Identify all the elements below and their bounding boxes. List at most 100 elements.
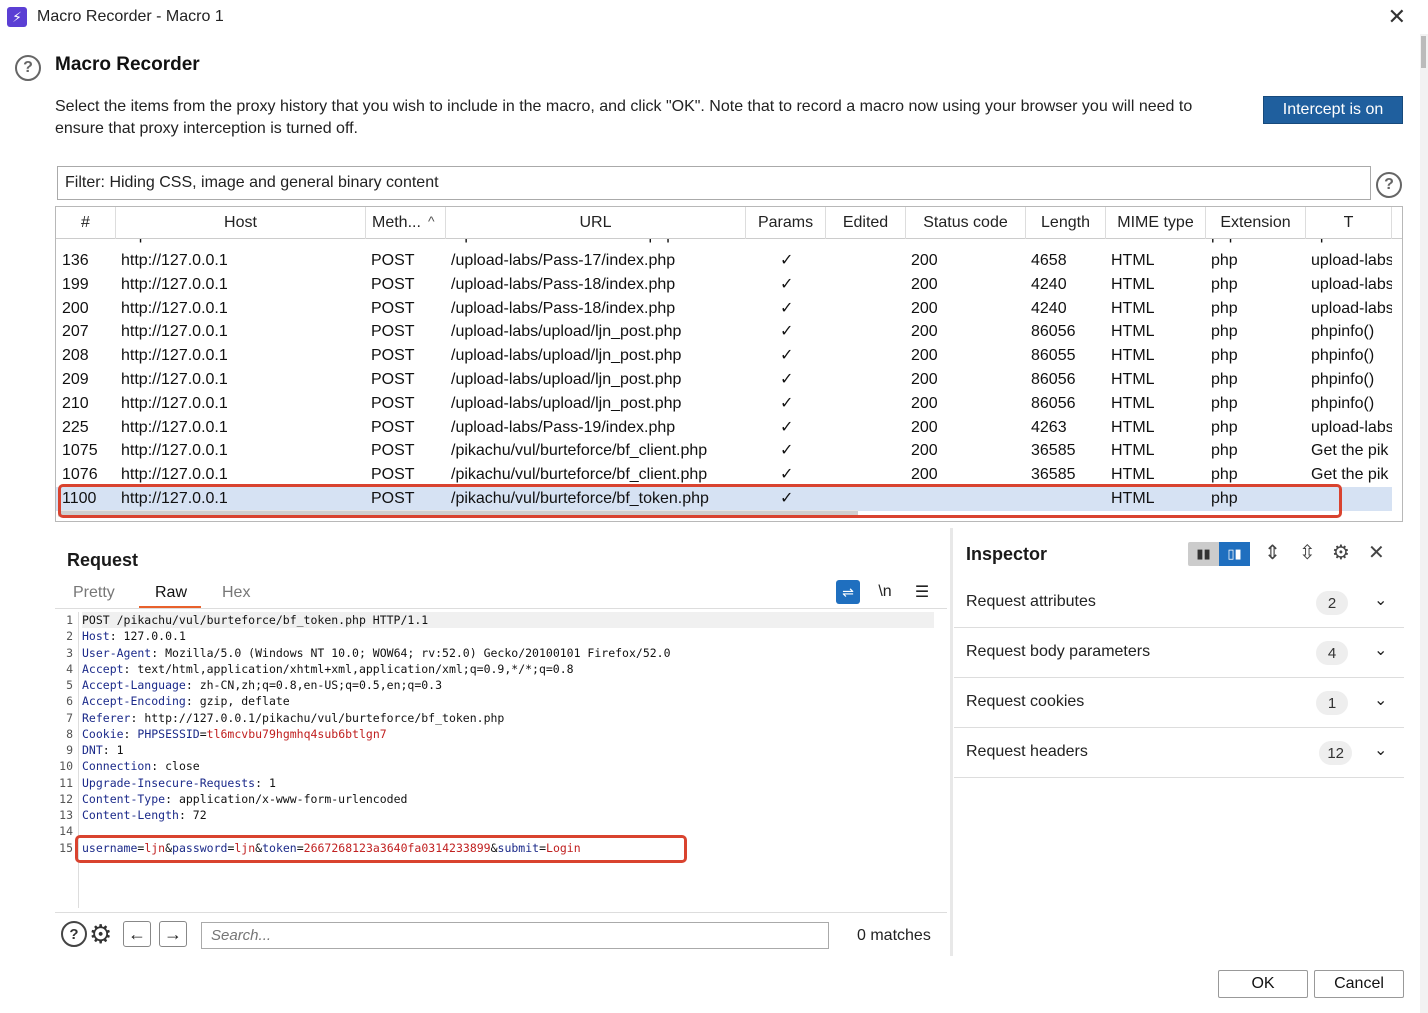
- column-header[interactable]: Host: [116, 207, 366, 239]
- sort-arrow-icon: ^: [428, 213, 435, 229]
- previous-match-button[interactable]: ←: [123, 921, 151, 947]
- table-cell: 200: [62, 299, 89, 317]
- body-separator: &: [490, 840, 498, 855]
- layout-toggle[interactable]: ▮▮ ▯▮: [1188, 542, 1250, 566]
- code-line: Referer: http://127.0.0.1/pikachu/vul/bu…: [82, 710, 504, 726]
- table-row[interactable]: 1100 http://127.0.0.1 POST/pikachu/vul/bur…: [56, 487, 1392, 511]
- chevron-down-icon[interactable]: ⌄: [1374, 590, 1387, 610]
- menu-icon[interactable]: ☰: [910, 580, 934, 604]
- column-header[interactable]: T: [1306, 207, 1392, 239]
- code-line: DNT: 1: [82, 742, 124, 758]
- burp-app-icon: ⚡: [7, 7, 27, 27]
- window-title: Macro Recorder - Macro 1: [37, 8, 224, 25]
- table-cell: [836, 416, 910, 440]
- table-cell: 86056: [1031, 394, 1076, 412]
- horizontal-scrollbar[interactable]: [58, 510, 858, 517]
- column-header[interactable]: Length: [1026, 207, 1106, 239]
- tab-pretty[interactable]: Pretty: [73, 584, 115, 602]
- inspector-section[interactable]: Request body parameters 4 ⌄: [954, 628, 1404, 678]
- table-cell: 199: [62, 275, 89, 293]
- column-header[interactable]: MIME type: [1106, 207, 1206, 239]
- column-header[interactable]: Edited: [826, 207, 906, 239]
- inspector-section[interactable]: Request headers 12 ⌄: [954, 728, 1404, 778]
- table-cell: Get the pik: [1311, 466, 1389, 484]
- table-cell: POST: [371, 239, 445, 247]
- word-wrap-icon[interactable]: ⇌: [836, 580, 860, 604]
- close-icon[interactable]: ✕: [1368, 540, 1385, 565]
- table-row[interactable]: 1075 http://127.0.0.1 POST/pikachu/vul/bur…: [56, 439, 1392, 463]
- column-header[interactable]: #: [56, 207, 116, 239]
- line-number: 3: [66, 645, 73, 660]
- table-cell: HTML: [1111, 371, 1155, 388]
- table-cell: http://127.0.0.1: [121, 466, 228, 484]
- table-row[interactable]: 207 http://127.0.0.1 POST/upload-labs/uplo…: [56, 320, 1392, 344]
- table-cell: POST: [371, 490, 415, 507]
- code-line: Accept: text/html,application/xhtml+xml,…: [82, 661, 574, 677]
- chevron-down-icon[interactable]: ⌄: [1374, 640, 1387, 660]
- chevron-down-icon[interactable]: ⌄: [1374, 690, 1387, 710]
- table-header: # Host Meth... ^ URL Params Edited Status code L…: [56, 207, 1402, 239]
- window-scrollbar-thumb[interactable]: [1421, 36, 1426, 68]
- ok-button[interactable]: OK: [1218, 970, 1308, 998]
- table-cell: 200: [911, 442, 938, 460]
- header-name: Referer: [82, 710, 131, 725]
- layout-side-icon[interactable]: ▮▮: [1188, 542, 1219, 566]
- cancel-button[interactable]: Cancel: [1314, 970, 1404, 998]
- table-cell: /upload-labs/Pass-17/index.php: [451, 252, 676, 269]
- column-header[interactable]: Extension: [1206, 207, 1306, 239]
- panel-splitter[interactable]: [950, 528, 953, 956]
- table-cell: php: [1211, 252, 1238, 269]
- search-input[interactable]: [201, 922, 829, 949]
- table-cell: http://127.0.0.1: [121, 323, 228, 341]
- inspector-section[interactable]: Request cookies 1 ⌄: [954, 678, 1404, 728]
- table-row-partial[interactable]: 132 http://127.0.0.1 POST/upload-labs/Pass…: [56, 239, 1392, 247]
- help-icon[interactable]: ?: [61, 921, 87, 947]
- column-header[interactable]: URL: [446, 207, 746, 239]
- table-row[interactable]: 208 http://127.0.0.1 POST/upload-labs/uplo…: [56, 344, 1392, 368]
- inspector-section[interactable]: Request attributes 2 ⌄: [954, 578, 1404, 628]
- expand-all-icon[interactable]: ⇕: [1264, 540, 1281, 565]
- table-cell: 86055: [1031, 347, 1076, 365]
- table-cell: 136: [62, 252, 89, 269]
- scrollbar-thumb[interactable]: [58, 511, 858, 516]
- window-scrollbar[interactable]: [1420, 34, 1428, 1013]
- chevron-down-icon[interactable]: ⌄: [1374, 740, 1387, 760]
- filter-help-icon[interactable]: ?: [1376, 172, 1402, 198]
- settings-gear-icon[interactable]: ⚙: [89, 919, 112, 950]
- table-row[interactable]: 1076 http://127.0.0.1 POST/pikachu/vul/bur…: [56, 463, 1392, 487]
- settings-gear-icon[interactable]: ⚙: [1332, 540, 1350, 565]
- request-editor[interactable]: 1 2 3 4 5 6 7 8 9 10 11 12 13 14 15 POST /pikachu/vul/…: [55, 612, 947, 908]
- table-cell: http://127.0.0.1: [121, 394, 228, 412]
- layout-panel-icon[interactable]: ▯▮: [1219, 542, 1250, 566]
- cookie-equals: =: [199, 726, 207, 741]
- inspector-panel: Inspector ▮▮ ▯▮ ⇕ ⇳ ⚙ ✕ Request attribut…: [954, 528, 1404, 956]
- table-row[interactable]: 210 http://127.0.0.1 POST/upload-labs/uplo…: [56, 392, 1392, 416]
- column-header[interactable]: Params: [746, 207, 826, 239]
- table-row[interactable]: 199 http://127.0.0.1 POST/upload-labs/Pass…: [56, 273, 1392, 297]
- column-header[interactable]: Status code: [906, 207, 1026, 239]
- filter-bar[interactable]: Filter: Hiding CSS, image and general bi…: [57, 166, 1371, 200]
- tab-raw[interactable]: Raw: [155, 584, 187, 602]
- newline-toggle[interactable]: \n: [873, 580, 897, 604]
- next-match-button[interactable]: →: [159, 921, 187, 947]
- table-cell: [836, 368, 910, 392]
- match-count: 0 matches: [857, 927, 931, 944]
- header-name: Content-Type: [82, 791, 166, 806]
- table-row[interactable]: 136 http://127.0.0.1 POST/upload-labs/Pass…: [56, 249, 1392, 273]
- table-cell: php: [1211, 442, 1238, 460]
- table-cell: /upload-labs/Pass-19/index.php: [451, 418, 676, 436]
- tab-hex[interactable]: Hex: [222, 584, 250, 602]
- table-cell: HTML: [1111, 347, 1155, 365]
- table-cell: [836, 297, 910, 321]
- table-row[interactable]: 225 http://127.0.0.1 POST/upload-labs/Pass…: [56, 416, 1392, 440]
- intercept-toggle-button[interactable]: Intercept is on: [1263, 96, 1403, 124]
- collapse-all-icon[interactable]: ⇳: [1299, 540, 1316, 565]
- table-cell: 86056: [1031, 323, 1076, 341]
- table-row[interactable]: 200 http://127.0.0.1 POST/upload-labs/Pass…: [56, 297, 1392, 321]
- close-window-icon[interactable]: ✕: [1388, 4, 1406, 30]
- help-icon[interactable]: ?: [15, 55, 41, 81]
- table-cell: php: [1211, 323, 1238, 341]
- table-row[interactable]: 209 http://127.0.0.1 POST/upload-labs/uplo…: [56, 368, 1392, 392]
- table-cell: HTML: [1111, 418, 1155, 436]
- table-cell: 200: [911, 466, 938, 484]
